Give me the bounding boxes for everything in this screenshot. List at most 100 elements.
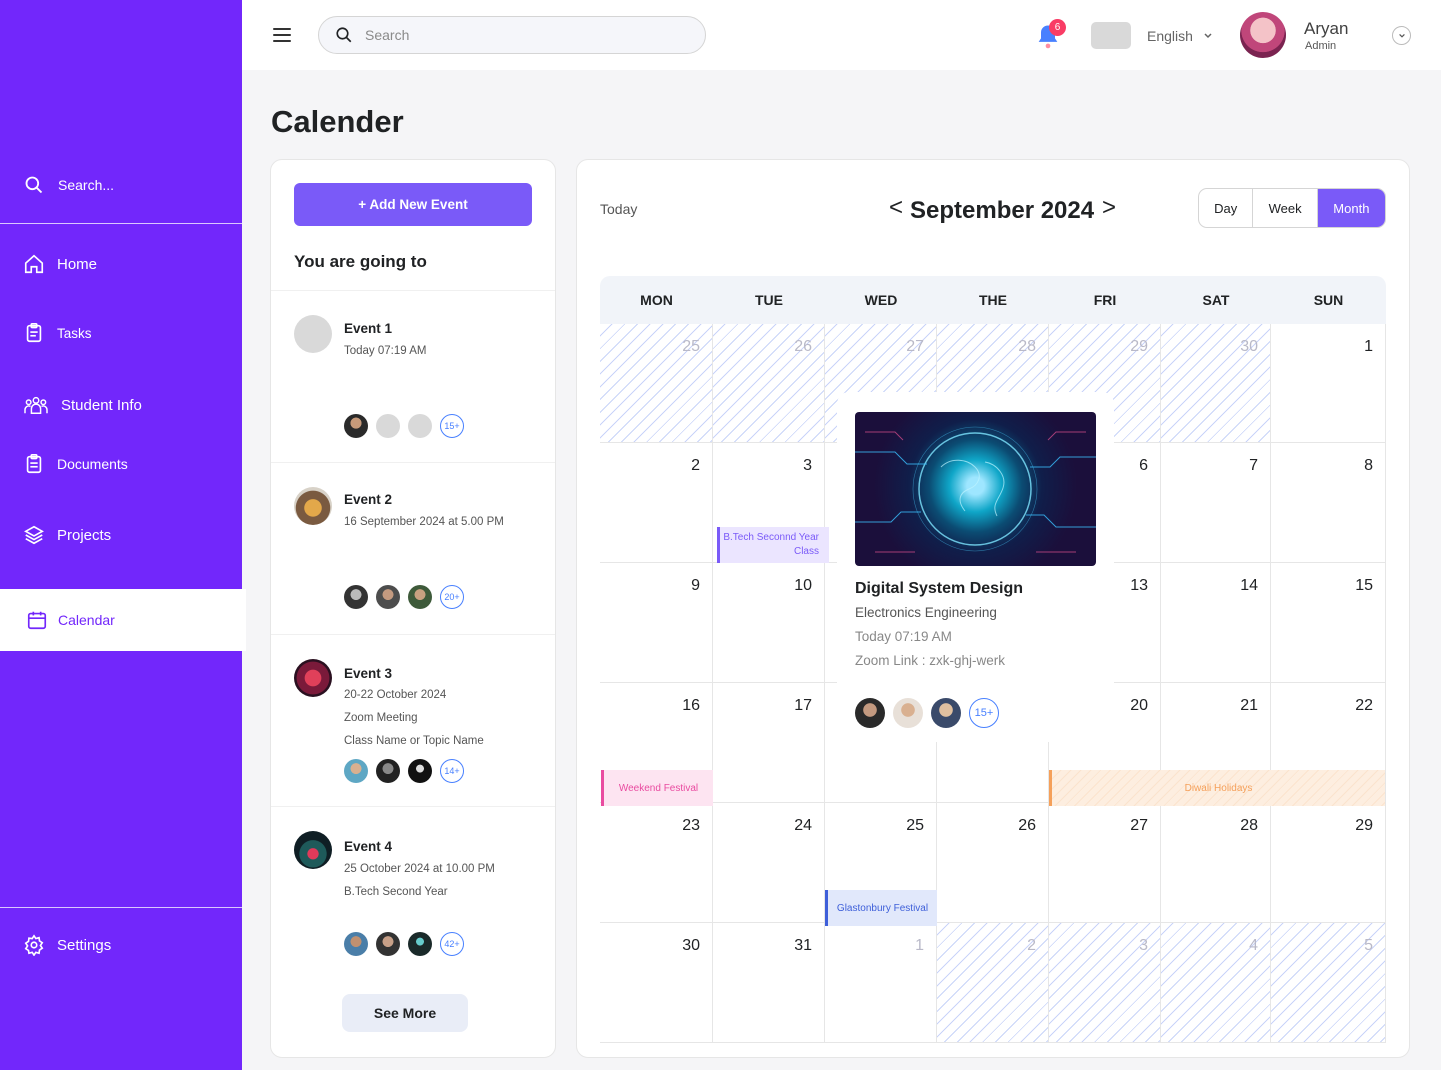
calendar-day-cell[interactable]: 24 — [713, 803, 825, 923]
calendar-day-cell[interactable]: 3 — [1049, 923, 1161, 1043]
popup-link: Zoom Link : zxk-ghj-werk — [855, 653, 1006, 668]
sidebar-item-calendar[interactable]: Calendar — [0, 589, 246, 651]
calendar-day-cell[interactable]: 10 — [713, 563, 825, 683]
calendar-icon — [27, 611, 47, 630]
add-event-button[interactable]: + Add New Event — [294, 183, 532, 226]
calendar-day-cell[interactable]: 14 — [1161, 563, 1271, 683]
day-number: 7 — [1249, 457, 1258, 474]
participant-count: 42+ — [440, 932, 464, 956]
event-item[interactable]: Event 3 20-22 October 2024 Zoom Meeting … — [271, 634, 555, 806]
event-avatar — [294, 831, 332, 869]
calendar-day-cell[interactable]: 26 — [713, 324, 825, 443]
day-number: 20 — [1130, 697, 1148, 714]
sidebar-item-home[interactable]: Home — [23, 253, 97, 275]
calendar-day-cell[interactable]: 7 — [1161, 443, 1271, 563]
top-header: 6 English Aryan Admin — [242, 0, 1441, 70]
event-label: Weekend Festival — [618, 782, 699, 794]
day-number: 31 — [794, 937, 812, 954]
participant-avatar — [344, 759, 368, 783]
calendar-day-cell[interactable]: 8 — [1271, 443, 1386, 563]
calendar-day-cell[interactable]: 25 — [600, 324, 713, 443]
calendar-event[interactable]: Glastonbury Festival — [825, 890, 937, 926]
weekday-header: SUN — [1271, 276, 1386, 324]
calendar-day-cell[interactable]: 31 — [713, 923, 825, 1043]
calendar-day-cell[interactable]: 26 — [937, 803, 1049, 923]
event-label: Diwali Holidays — [1184, 782, 1253, 794]
weekday-header: FRI — [1049, 276, 1161, 324]
event-participants: 14+ — [344, 759, 464, 783]
sidebar-search[interactable]: Search... — [24, 175, 114, 195]
calendar-day-cell[interactable]: 2 — [937, 923, 1049, 1043]
home-icon — [24, 254, 44, 274]
calendar-day-cell[interactable]: 17 — [713, 683, 825, 803]
view-month-button[interactable]: Month — [1317, 189, 1385, 227]
event-item[interactable]: Event 2 16 September 2024 at 5.00 PM 20+ — [271, 462, 555, 634]
see-more-button[interactable]: See More — [342, 994, 468, 1032]
event-avatar — [294, 315, 332, 353]
month-title: September 2024 — [910, 197, 1095, 224]
event-item[interactable]: Event 4 25 October 2024 at 10.00 PM B.Te… — [271, 806, 555, 978]
sidebar-item-documents[interactable]: Documents — [23, 453, 128, 475]
calendar-day-cell[interactable]: 4 — [1161, 923, 1271, 1043]
day-number: 21 — [1240, 697, 1258, 714]
calendar-day-cell[interactable]: 2 — [600, 443, 713, 563]
event-detail: 20-22 October 2024 — [344, 689, 447, 701]
menu-icon[interactable] — [273, 26, 291, 44]
day-number: 14 — [1240, 577, 1258, 594]
avatar[interactable] — [1240, 12, 1286, 58]
participant-avatar — [408, 585, 432, 609]
calendar-day-cell[interactable]: 15 — [1271, 563, 1386, 683]
sidebar-item-projects[interactable]: Projects — [23, 524, 111, 546]
search-input[interactable] — [365, 27, 665, 43]
day-number: 26 — [1018, 817, 1036, 834]
prev-month-button[interactable]: < — [889, 196, 903, 220]
day-number: 25 — [682, 338, 700, 355]
calendar-day-cell[interactable]: 27 — [1049, 803, 1161, 923]
calendar-event[interactable]: Diwali Holidays — [1049, 770, 1385, 806]
calendar-day-cell[interactable]: 1 — [825, 923, 937, 1043]
sidebar-item-label: Settings — [57, 936, 112, 954]
participant-avatar — [376, 759, 400, 783]
calendar-day-cell[interactable]: 28 — [1161, 803, 1271, 923]
weekday-header: WED — [825, 276, 937, 324]
calendar-day-cell[interactable]: 30 — [600, 923, 713, 1043]
day-number: 1 — [1364, 338, 1373, 355]
participant-avatar — [408, 932, 432, 956]
next-month-button[interactable]: > — [1102, 196, 1116, 220]
sidebar-item-tasks[interactable]: Tasks — [23, 322, 92, 344]
view-week-button[interactable]: Week — [1253, 189, 1318, 227]
calendar-day-cell[interactable]: 23 — [600, 803, 713, 923]
day-number: 25 — [906, 817, 924, 834]
event-label: Glastonbury Festival — [836, 902, 929, 914]
events-heading: You are going to — [294, 252, 427, 271]
today-button[interactable]: Today — [600, 201, 637, 217]
sidebar-item-settings[interactable]: Settings — [23, 934, 111, 956]
calendar-day-cell[interactable]: 29 — [1271, 803, 1386, 923]
calendar-event[interactable]: B.Tech Seconnd Year Class — [717, 527, 829, 563]
calendar-day-cell[interactable]: 5 — [1271, 923, 1386, 1043]
participant-count: 15+ — [440, 414, 464, 438]
event-item[interactable]: Event 1 Today 07:19 AM 15+ — [271, 290, 555, 462]
event-detail-popup: Digital System Design Electronics Engine… — [837, 392, 1114, 742]
event-name: Event 1 — [344, 321, 393, 336]
calendar-day-cell[interactable]: 30 — [1161, 324, 1271, 443]
search-bar[interactable] — [318, 16, 706, 54]
calendar-day-cell[interactable]: 9 — [600, 563, 713, 683]
language-selector[interactable]: English — [1147, 28, 1213, 44]
calendar-event[interactable]: Weekend Festival — [601, 770, 713, 806]
sidebar-item-student-info[interactable]: Student Info — [23, 394, 142, 416]
calendar-day-cell[interactable]: 1 — [1271, 324, 1386, 443]
view-day-button[interactable]: Day — [1199, 189, 1254, 227]
clipboard-icon — [26, 323, 42, 343]
participant-count: 14+ — [440, 759, 464, 783]
day-number: 16 — [682, 697, 700, 714]
day-number: 6 — [1139, 457, 1148, 474]
day-number: 27 — [1130, 817, 1148, 834]
day-number: 2 — [691, 457, 700, 474]
day-number: 23 — [682, 817, 700, 834]
day-number: 22 — [1355, 697, 1373, 714]
profile-dropdown-button[interactable] — [1392, 26, 1411, 45]
weekday-header: MON — [600, 276, 713, 324]
event-detail: B.Tech Second Year — [344, 886, 448, 898]
divider — [0, 223, 242, 224]
